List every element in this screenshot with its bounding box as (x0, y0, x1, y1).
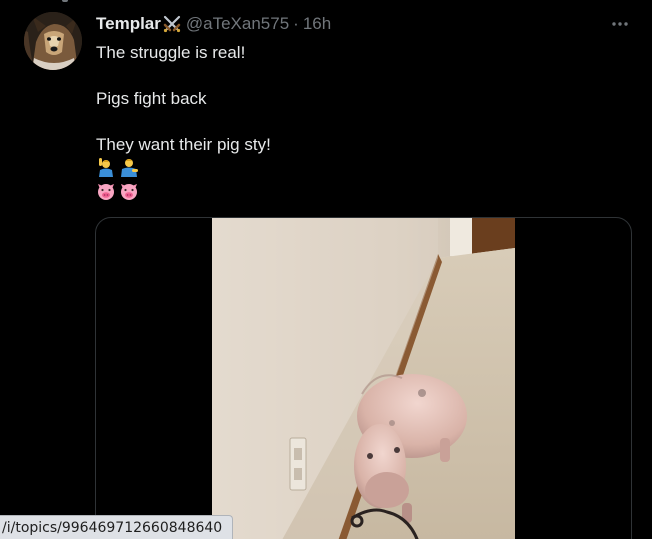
author-handle[interactable]: @aTeXan575 (186, 14, 289, 34)
tweet-text-line-3: They want their pig sty! (96, 135, 271, 154)
tweet-text-line-1: The struggle is real! (96, 43, 246, 62)
tweet-media[interactable] (95, 217, 632, 539)
tweet-timestamp[interactable]: 16h (303, 14, 331, 34)
crossed-swords-icon (163, 15, 181, 33)
thread-connector (62, 0, 68, 2)
pig-video-frame (212, 218, 515, 539)
author-display-name[interactable]: Templar (96, 14, 161, 34)
emoji-row-pigs (96, 181, 139, 201)
pig-face-emoji (121, 184, 137, 200)
more-options-button[interactable] (606, 10, 634, 38)
person-raising-hand-emoji (99, 158, 113, 177)
emoji-row-people (96, 157, 139, 177)
pig-face-emoji (98, 184, 114, 200)
ellipsis-icon (612, 22, 628, 26)
browser-status-url: /i/topics/996469712660848640 (0, 515, 234, 539)
dog-avatar-image (24, 12, 82, 70)
tweet-text-line-2: Pigs fight back (96, 89, 207, 108)
video-player[interactable] (212, 218, 515, 539)
tweet-header: Templar @aTeXan575 · 16h (96, 13, 331, 35)
person-tipping-hand-emoji (121, 159, 138, 177)
tweet-page: Templar @aTeXan575 · 16h The struggle is… (0, 0, 652, 539)
avatar[interactable] (24, 12, 82, 70)
header-separator: · (293, 14, 299, 33)
